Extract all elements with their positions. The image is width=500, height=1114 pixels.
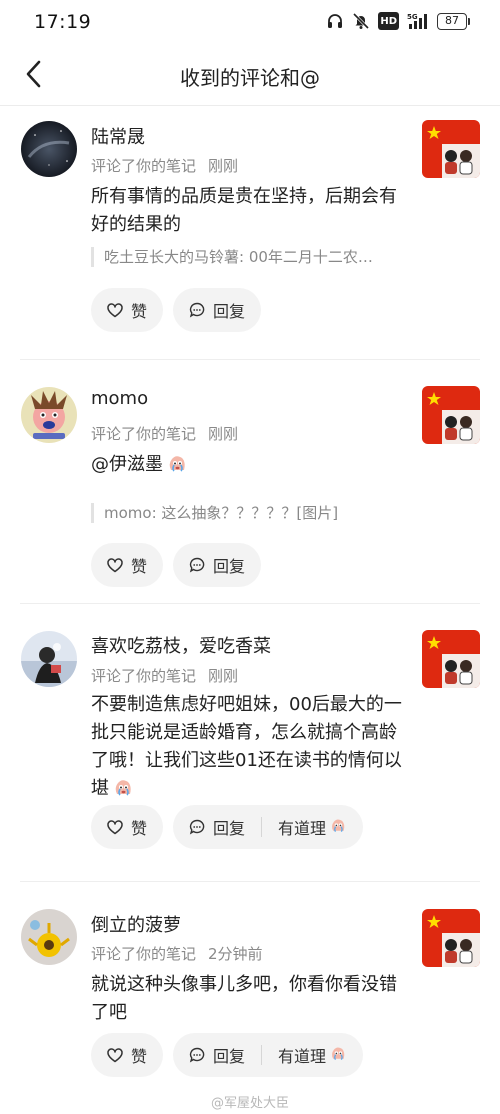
comment-text: 就说这种头像事儿多吧，你看你看没错了吧 [91, 974, 397, 1023]
comment-bubble-icon [189, 819, 205, 835]
heart-icon [107, 302, 123, 318]
timestamp: 2分钟前 [208, 945, 263, 963]
action-text: 评论了你的笔记 [91, 425, 197, 443]
user-name[interactable]: 倒立的菠萝 [91, 911, 181, 937]
agree-label: 有道理 [278, 819, 327, 838]
note-thumbnail[interactable] [422, 386, 480, 444]
comment-meta: 评论了你的笔记 刚刚 [91, 423, 238, 444]
reply-agree-group: 回复 有道理 [173, 805, 364, 849]
avatar[interactable] [21, 121, 77, 177]
comment-body: 不要制造焦虑好吧姐妹，00后最大的一批只能说是适龄婚育，怎么就搞个高龄了哦！让我… [91, 694, 402, 799]
reply-label: 回复 [213, 557, 246, 576]
comment-text: 不要制造焦虑好吧姐妹，00后最大的一批只能说是适龄婚育，怎么就搞个高龄了哦！让我… [91, 691, 411, 807]
timestamp: 刚刚 [208, 667, 239, 685]
hd-badge: HD [378, 12, 399, 30]
comment-text: 所有事情的品质是贵在坚持，后期会有好的结果的 [91, 186, 397, 235]
mention-text[interactable]: @伊滋墨 [91, 454, 163, 475]
mute-bell-icon [352, 12, 370, 30]
reply-button[interactable]: 回复 [173, 1033, 261, 1077]
user-name[interactable]: momo [91, 388, 148, 409]
comment-item[interactable]: 喜欢吃荔枝，爱吃香菜 评论了你的笔记 刚刚 不要制造焦虑好吧姐妹，00后最大的一… [0, 604, 500, 882]
reply-button[interactable]: 回复 [173, 288, 262, 332]
crying-emoji-icon [329, 1044, 347, 1066]
comment-bubble-icon [189, 302, 205, 318]
crying-emoji-icon [329, 816, 347, 838]
watermark: @军屋处大臣 [210, 1096, 289, 1111]
like-label: 赞 [131, 819, 148, 838]
comment-actions: 赞 回复 有道理 [91, 805, 364, 849]
note-thumbnail[interactable] [422, 630, 480, 688]
battery-icon: 87 [437, 12, 470, 30]
comment-item[interactable]: 倒立的菠萝 评论了你的笔记 2分钟前 就说这种头像事儿多吧，你看你看没错了吧 赞… [0, 882, 500, 1112]
comment-meta: 评论了你的笔记 2分钟前 [91, 943, 263, 964]
crying-emoji-icon [112, 776, 134, 807]
avatar[interactable] [21, 909, 77, 965]
reply-agree-group: 回复 有道理 [173, 1033, 364, 1077]
comment-bubble-icon [189, 1047, 205, 1063]
avatar[interactable] [21, 387, 77, 443]
comment-list: 陆常晟 评论了你的笔记 刚刚 所有事情的品质是贵在坚持，后期会有好的结果的 吃土… [0, 106, 500, 1112]
like-label: 赞 [131, 302, 148, 321]
heart-icon [107, 557, 123, 573]
status-bar: 17:19 HD 5G 87 [0, 0, 500, 44]
action-text: 评论了你的笔记 [91, 157, 197, 175]
comment-actions: 赞 回复 [91, 543, 262, 587]
battery-level: 87 [437, 12, 467, 30]
like-button[interactable]: 赞 [91, 543, 164, 587]
agree-label: 有道理 [278, 1047, 327, 1066]
comment-item[interactable]: 陆常晟 评论了你的笔记 刚刚 所有事情的品质是贵在坚持，后期会有好的结果的 吃土… [0, 106, 500, 360]
heart-icon [107, 1047, 123, 1063]
nav-bar: 收到的评论和@ [0, 44, 500, 106]
svg-text:5G: 5G [407, 13, 418, 21]
headphones-icon [326, 12, 344, 30]
like-button[interactable]: 赞 [91, 805, 164, 849]
reply-label: 回复 [213, 1047, 246, 1066]
like-label: 赞 [131, 557, 148, 576]
like-label: 赞 [131, 1047, 148, 1066]
note-thumbnail[interactable] [422, 909, 480, 967]
crying-emoji-icon [166, 452, 188, 483]
reply-label: 回复 [213, 819, 246, 838]
avatar[interactable] [21, 631, 77, 687]
timestamp: 刚刚 [208, 425, 239, 443]
comment-text: @伊滋墨 [91, 451, 411, 483]
like-button[interactable]: 赞 [91, 1033, 164, 1077]
comment-actions: 赞 回复 有道理 [91, 1033, 364, 1077]
user-name[interactable]: 陆常晟 [91, 123, 145, 149]
comment-actions: 赞 回复 [91, 288, 262, 332]
quoted-note[interactable]: 吃土豆长大的马铃薯: 00年二月十二农… [91, 247, 411, 267]
agree-button[interactable]: 有道理 [262, 1033, 363, 1077]
comment-bubble-icon [189, 557, 205, 573]
quoted-note[interactable]: momo: 这么抽象？？？？？[图片] [91, 503, 411, 523]
comment-meta: 评论了你的笔记 刚刚 [91, 665, 238, 686]
comment-meta: 评论了你的笔记 刚刚 [91, 155, 238, 176]
user-name[interactable]: 喜欢吃荔枝，爱吃香菜 [91, 632, 271, 658]
reply-button[interactable]: 回复 [173, 805, 261, 849]
like-button[interactable]: 赞 [91, 288, 164, 332]
reply-label: 回复 [213, 302, 246, 321]
note-thumbnail[interactable] [422, 120, 480, 178]
reply-button[interactable]: 回复 [173, 543, 262, 587]
signal-icon: 5G [407, 12, 429, 30]
status-time: 17:19 [34, 11, 92, 33]
heart-icon [107, 819, 123, 835]
status-icons: HD 5G 87 [326, 12, 470, 30]
action-text: 评论了你的笔记 [91, 667, 197, 685]
timestamp: 刚刚 [208, 157, 239, 175]
action-text: 评论了你的笔记 [91, 945, 197, 963]
agree-button[interactable]: 有道理 [262, 805, 363, 849]
page-title: 收到的评论和@ [180, 66, 320, 90]
comment-item[interactable]: momo 评论了你的笔记 刚刚 @伊滋墨 momo: 这么抽象？？？？？[图片]… [0, 360, 500, 604]
